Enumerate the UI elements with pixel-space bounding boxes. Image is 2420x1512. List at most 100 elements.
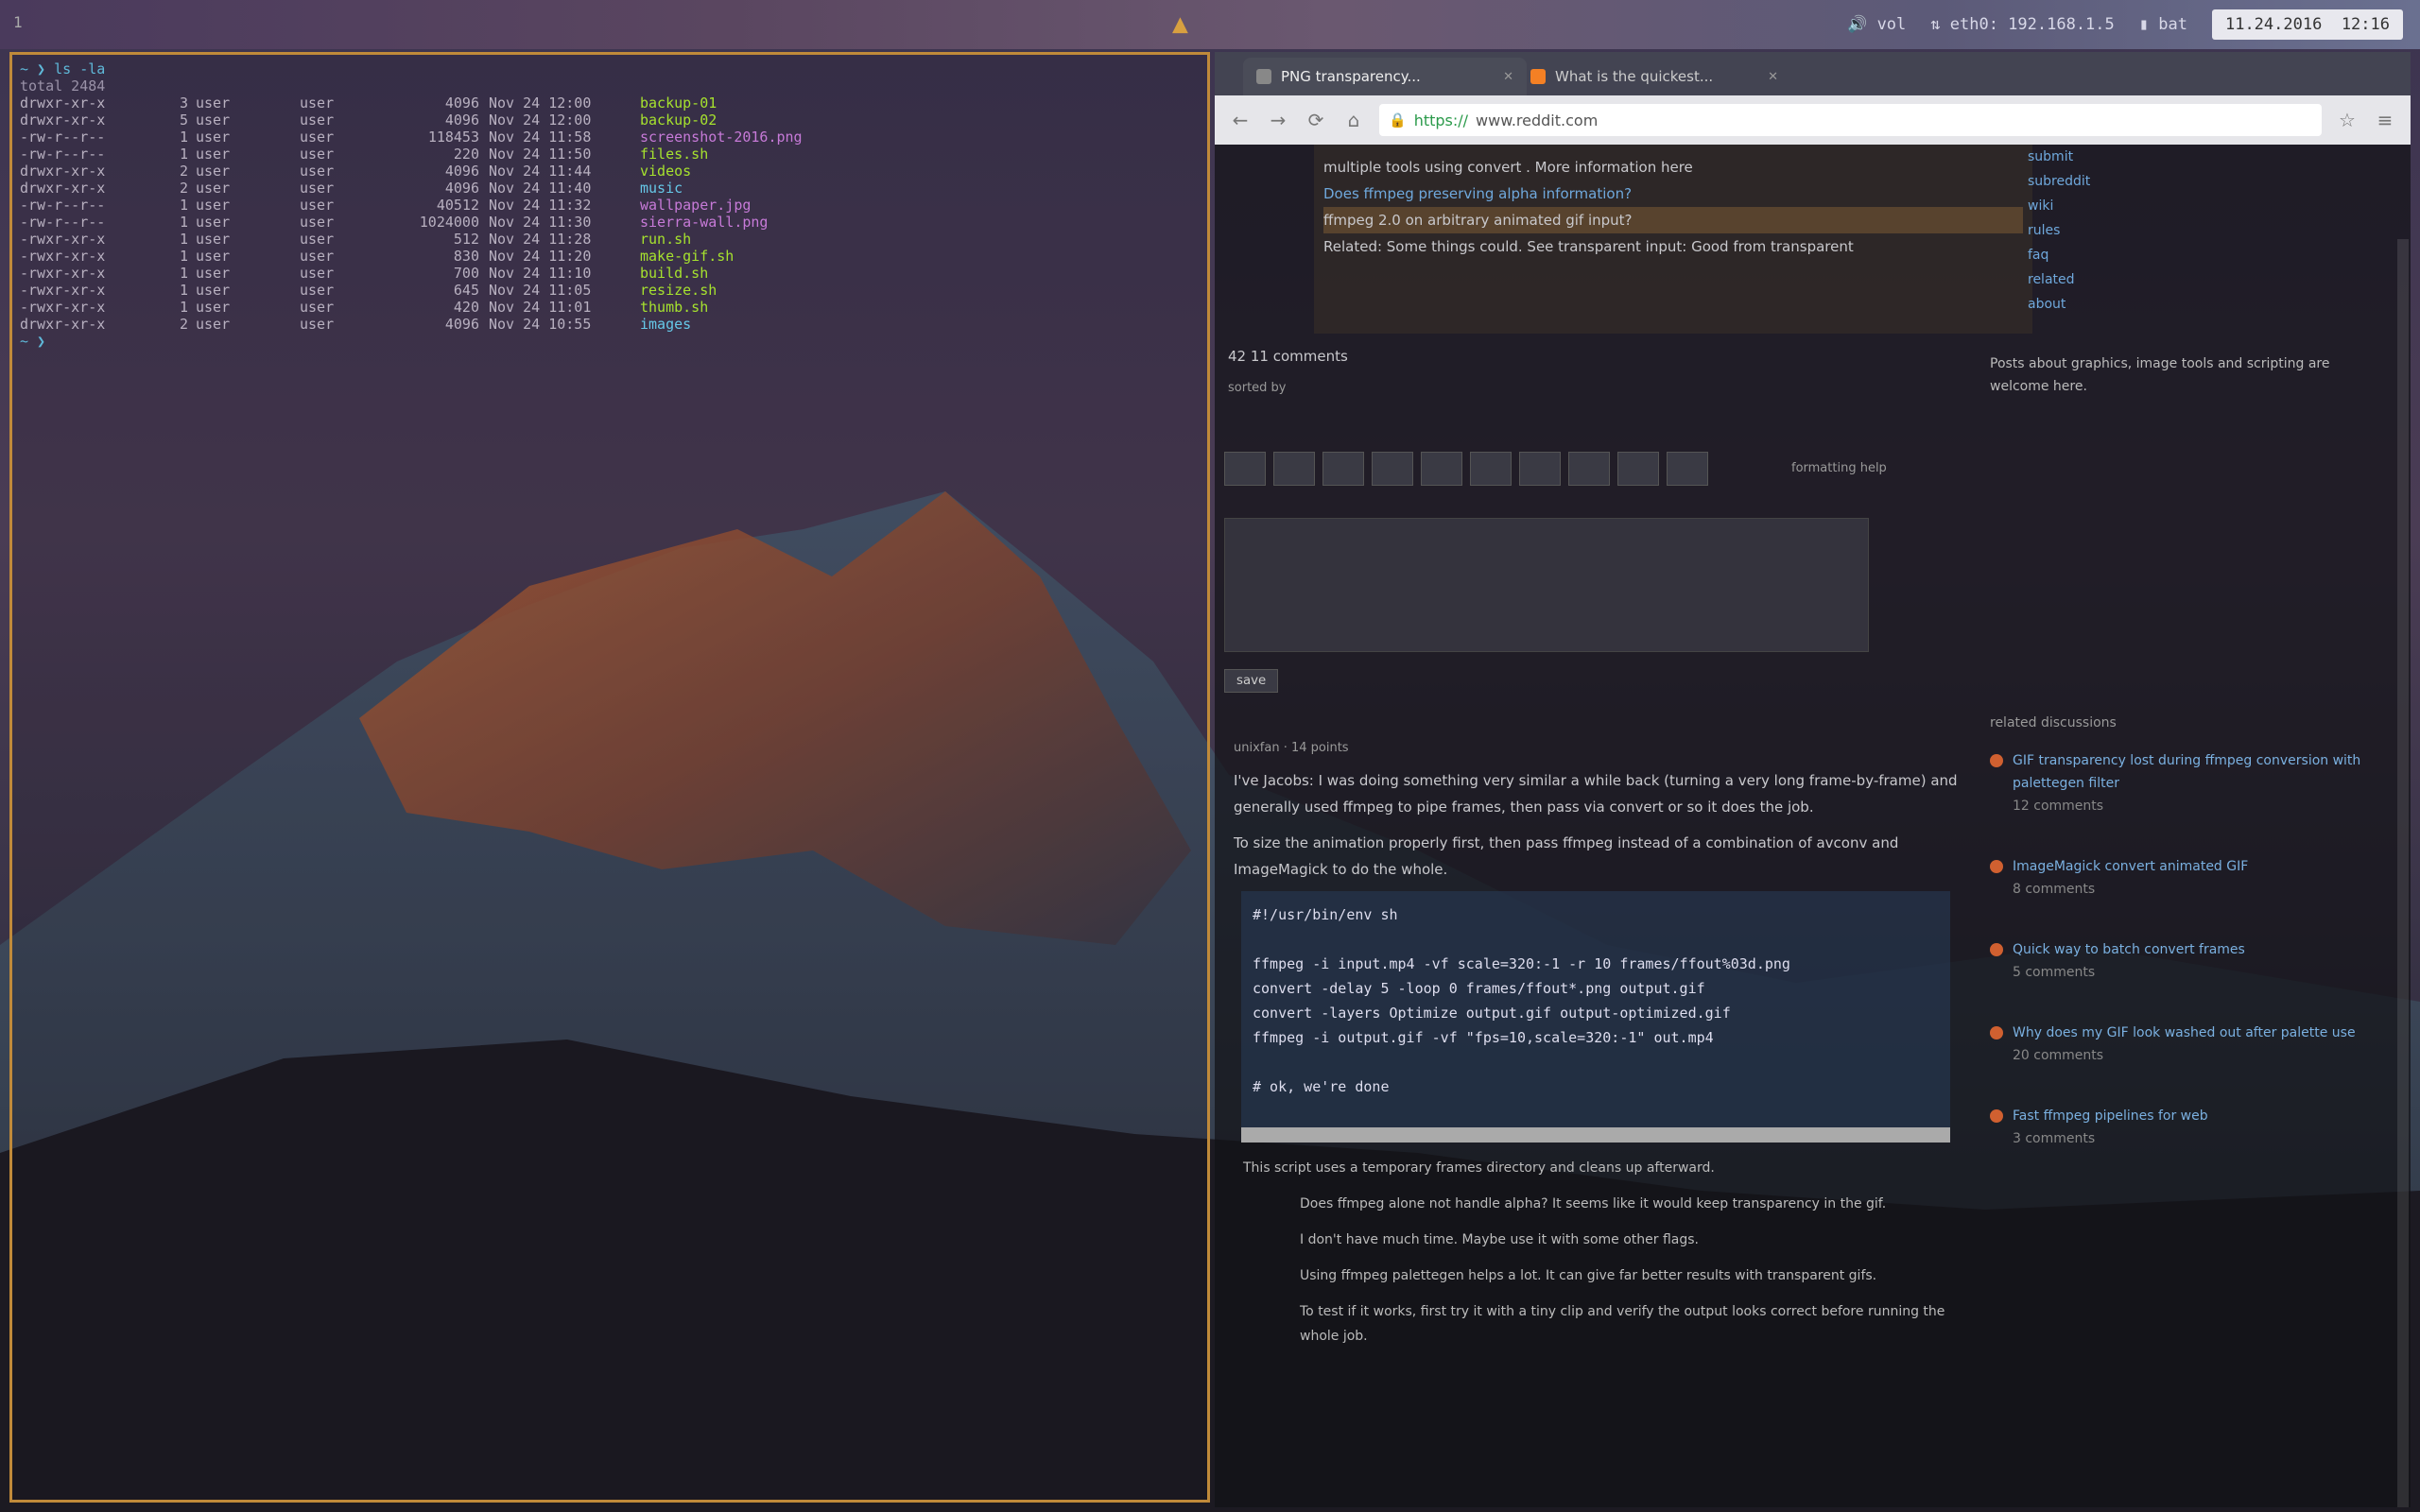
editor-toolbar xyxy=(1224,452,1708,486)
ls-row: drwxr-xr-x 2 user user 4096 Nov 24 11:40 music xyxy=(20,180,1200,197)
sidebar-link[interactable]: wiki xyxy=(2028,194,2396,218)
question-line: Related: Some things could. See transpar… xyxy=(1323,238,1854,255)
related-title[interactable]: Quick way to batch convert frames xyxy=(2013,938,2245,961)
subreddit-icon xyxy=(1990,1109,2003,1123)
close-tab-icon[interactable]: ✕ xyxy=(1768,70,1778,84)
terminal-window[interactable]: ~ ❯ ls -la total 2484 drwxr-xr-x 3 user use… xyxy=(9,52,1210,1503)
related-item[interactable]: Quick way to batch convert frames 5 comme… xyxy=(1990,938,2396,984)
code-icon[interactable] xyxy=(1470,452,1512,486)
ls-user: user xyxy=(196,197,231,214)
ls-filename: resize.sh xyxy=(640,282,717,299)
top-panel: 1 ▲ 🔊 vol ⇅ eth0: 192.168.1.5 ▮ bat 11.2… xyxy=(0,0,2420,49)
related-meta: 3 comments xyxy=(2013,1131,2096,1146)
browser-toolbar: ← → ⟳ ⌂ 🔒 https:// www.reddit.com ☆ ≡ xyxy=(1215,95,2411,145)
ls-row: -rwxr-xr-x 1 user user 420 Nov 24 11:01 thumb.… xyxy=(20,299,1200,316)
ls-user: user xyxy=(196,282,231,299)
subreddit-icon xyxy=(1990,943,2003,956)
bold-icon[interactable] xyxy=(1224,452,1266,486)
answer-author: unixfan · 14 points xyxy=(1234,741,1349,755)
tab-second[interactable]: What is the quickest... ✕ xyxy=(1517,58,1791,95)
reload-icon[interactable]: ⟳ xyxy=(1304,108,1328,132)
table-icon[interactable] xyxy=(1617,452,1659,486)
ls-perm: -rwxr-xr-x xyxy=(20,299,106,316)
network-indicator[interactable]: ⇅ eth0: 192.168.1.5 xyxy=(1930,15,2114,34)
ls-group: user xyxy=(300,197,335,214)
link-icon[interactable] xyxy=(1372,452,1413,486)
related-meta: 20 comments xyxy=(2013,1048,2104,1063)
subreddit-icon xyxy=(1990,754,2003,767)
battery-indicator[interactable]: ▮ bat xyxy=(2139,15,2187,34)
ls-perm: drwxr-xr-x xyxy=(20,316,106,333)
numbered-list-icon[interactable] xyxy=(1568,452,1610,486)
sidebar-links: submit subreddit wiki rules faq related about xyxy=(1990,145,2396,317)
system-tray: 🔊 vol ⇅ eth0: 192.168.1.5 ▮ bat 11.24.20… xyxy=(1847,9,2403,40)
ls-row: -rwxr-xr-x 1 user user 645 Nov 24 11:05 resize… xyxy=(20,282,1200,299)
workspace-indicator[interactable]: 1 xyxy=(13,13,34,34)
sidebar-link[interactable]: faq xyxy=(2028,243,2396,267)
save-button[interactable]: save xyxy=(1224,669,1279,693)
ls-filename: images xyxy=(640,316,692,333)
related-item[interactable]: ImageMagick convert animated GIF 8 commen… xyxy=(1990,855,2396,901)
sidebar-link[interactable]: about xyxy=(2028,292,2396,317)
sort-by[interactable]: sorted by xyxy=(1228,381,1287,395)
quote-icon[interactable] xyxy=(1421,452,1462,486)
ls-user: user xyxy=(196,316,231,333)
sidebar-link[interactable]: submit xyxy=(2028,145,2396,169)
forward-icon[interactable]: → xyxy=(1266,108,1290,132)
ls-date: Nov 24 11:32 xyxy=(489,197,592,214)
related-item[interactable]: Fast ffmpeg pipelines for web 3 comments xyxy=(1990,1105,2396,1150)
url-host: www.reddit.com xyxy=(1476,111,1599,129)
back-icon[interactable]: ← xyxy=(1228,108,1253,132)
related-title[interactable]: Fast ffmpeg pipelines for web xyxy=(2013,1105,2208,1127)
menu-icon[interactable]: ≡ xyxy=(2373,108,2397,132)
address-bar[interactable]: 🔒 https:// www.reddit.com xyxy=(1379,104,2322,136)
strike-icon[interactable] xyxy=(1322,452,1364,486)
new-tab-button[interactable] xyxy=(1782,58,1858,95)
sidebar-link[interactable]: rules xyxy=(2028,218,2396,243)
ls-user: user xyxy=(196,299,231,316)
ls-row: -rwxr-xr-x 1 user user 830 Nov 24 11:20 make-g… xyxy=(20,248,1200,265)
code-scrollbar[interactable] xyxy=(1241,1127,1950,1143)
tab-active[interactable]: PNG transparency... ✕ xyxy=(1243,58,1527,95)
ls-date: Nov 24 11:40 xyxy=(489,180,592,197)
ls-size: 40512 xyxy=(436,197,479,214)
related-meta: 8 comments xyxy=(2013,882,2096,897)
ls-filename: files.sh xyxy=(640,146,709,163)
related-title[interactable]: Why does my GIF look washed out after pa… xyxy=(2013,1022,2356,1044)
ls-row: drwxr-xr-x 5 user user 4096 Nov 24 12:00 backu… xyxy=(20,112,1200,129)
sidebar-link[interactable]: subreddit xyxy=(2028,169,2396,194)
browser-window[interactable]: PNG transparency... ✕ What is the quicke… xyxy=(1215,52,2411,1507)
related-item[interactable]: Why does my GIF look washed out after pa… xyxy=(1990,1022,2396,1067)
sidebar-link[interactable]: related xyxy=(2028,267,2396,292)
ls-row: -rw-r--r-- 1 user user 40512 Nov 24 11:32 wall… xyxy=(20,197,1200,214)
home-icon[interactable]: ⌂ xyxy=(1341,108,1366,132)
italic-icon[interactable] xyxy=(1273,452,1315,486)
ls-filename: build.sh xyxy=(640,265,709,282)
related-title[interactable]: ImageMagick convert animated GIF xyxy=(2013,855,2248,878)
ls-filename: music xyxy=(640,180,683,197)
list-icon[interactable] xyxy=(1519,452,1561,486)
ls-n: 1 xyxy=(179,265,188,282)
page-scrollbar[interactable] xyxy=(2397,239,2409,1507)
star-icon[interactable]: ☆ xyxy=(2335,108,2360,132)
answer-paragraph: I've Jacobs: I was doing something very … xyxy=(1234,772,1958,816)
comment-textarea[interactable] xyxy=(1224,518,1869,652)
ls-perm: -rw-r--r-- xyxy=(20,146,106,163)
question-link[interactable]: Does ffmpeg preserving alpha information… xyxy=(1323,180,2023,207)
heading-icon[interactable] xyxy=(1667,452,1708,486)
related-title[interactable]: GIF transparency lost during ffmpeg conv… xyxy=(2013,749,2396,795)
clock[interactable]: 11.24.2016 12:16 xyxy=(2211,9,2403,40)
tux-icon: ▲ xyxy=(1172,8,1188,39)
ls-group: user xyxy=(300,231,335,248)
ls-size: 4096 xyxy=(444,112,479,129)
ls-row: -rw-r--r-- 1 user user 118453 Nov 24 11:58 scr… xyxy=(20,129,1200,146)
related-body: ImageMagick convert animated GIF 8 commen… xyxy=(2013,855,2248,901)
ls-filename: make-gif.sh xyxy=(640,248,735,265)
code-line: ffmpeg -i input.mp4 -vf scale=320:-1 -r … xyxy=(1253,955,1790,972)
tab-bar: PNG transparency... ✕ What is the quicke… xyxy=(1215,52,2411,95)
related-item[interactable]: GIF transparency lost during ffmpeg conv… xyxy=(1990,749,2396,817)
formatting-help-link[interactable]: formatting help xyxy=(1791,461,1887,475)
volume-indicator[interactable]: 🔊 vol xyxy=(1847,15,1906,34)
ls-size: 4096 xyxy=(444,163,479,180)
close-tab-icon[interactable]: ✕ xyxy=(1503,70,1513,84)
